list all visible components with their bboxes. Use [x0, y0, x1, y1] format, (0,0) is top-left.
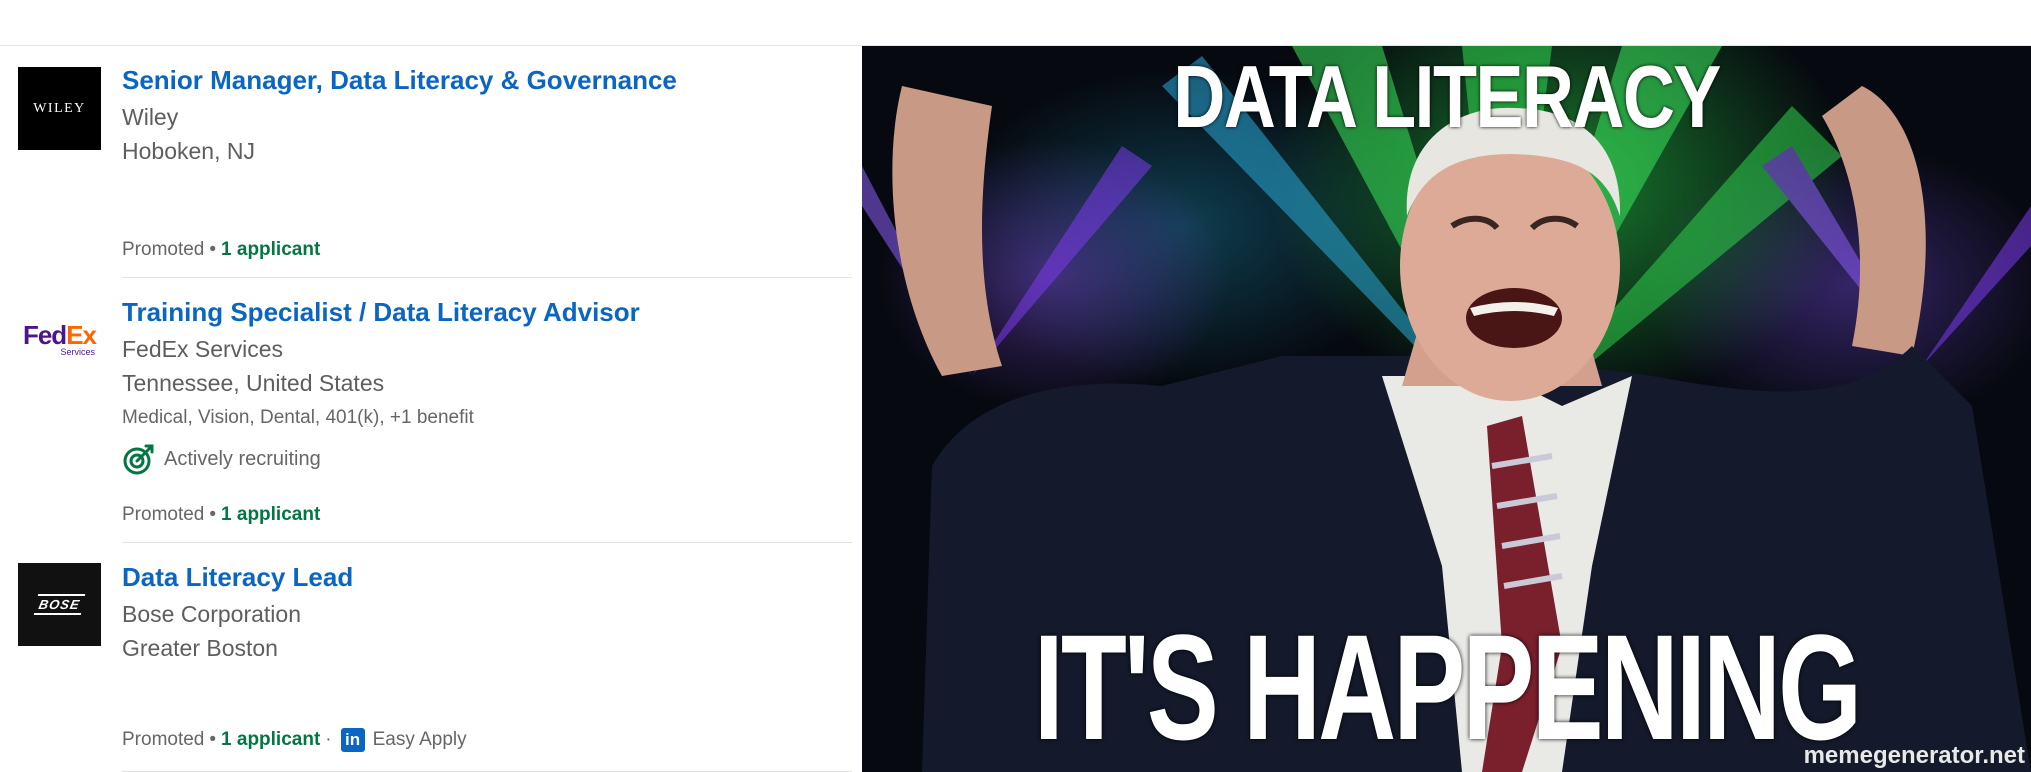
logo-wordmark: FedEx	[22, 319, 97, 350]
job-list: WILEY Senior Manager, Data Literacy & Go…	[0, 46, 862, 772]
job-location: Tennessee, United States	[122, 370, 385, 396]
meme-watermark: memegenerator.net	[1803, 742, 2025, 769]
separator: ·	[325, 729, 332, 750]
company-logo-wiley[interactable]: WILEY	[18, 67, 101, 150]
job-footer: Promoted • 1 applicant · in Easy Apply	[122, 728, 467, 752]
job-card-fedex[interactable]: FedEx Services Training Specialist / Dat…	[0, 278, 862, 543]
job-title-link[interactable]: Senior Manager, Data Literacy & Governan…	[122, 65, 677, 96]
meme-top-text: DATA LITERACY	[1173, 47, 1721, 146]
job-card-wiley[interactable]: WILEY Senior Manager, Data Literacy & Go…	[0, 46, 862, 278]
recruiting-status: Actively recruiting	[122, 442, 321, 476]
company-name: FedEx Services	[122, 336, 284, 362]
applicant-count: 1 applicant	[221, 239, 321, 260]
separator: •	[209, 239, 217, 260]
meme-image: DATA LITERACY IT'S HAPPENING memegenerat…	[862, 46, 2031, 772]
easy-apply-label[interactable]: Easy Apply	[373, 729, 467, 751]
company-name: Wiley	[122, 104, 179, 130]
job-footer: Promoted • 1 applicant	[122, 239, 320, 261]
job-footer: Promoted • 1 applicant	[122, 504, 320, 526]
logo-text: BOSE	[33, 594, 86, 615]
job-card-bose[interactable]: BOSE Data Literacy Lead Bose Corporation…	[0, 543, 862, 772]
promoted-label: Promoted	[122, 729, 205, 750]
promoted-label: Promoted	[122, 504, 205, 525]
company-logo-bose[interactable]: BOSE	[18, 563, 101, 646]
top-bar	[0, 0, 2031, 46]
company-logo-fedex[interactable]: FedEx Services	[18, 298, 101, 381]
job-benefits: Medical, Vision, Dental, 401(k), +1 bene…	[122, 407, 474, 428]
applicant-count: 1 applicant	[221, 729, 321, 750]
applicant-count: 1 applicant	[221, 504, 321, 525]
job-location: Greater Boston	[122, 635, 278, 661]
separator: •	[209, 504, 217, 525]
job-title-link[interactable]: Data Literacy Lead	[122, 562, 353, 593]
logo-text: WILEY	[33, 100, 86, 116]
target-icon	[123, 444, 154, 475]
job-title-link[interactable]: Training Specialist / Data Literacy Advi…	[122, 297, 640, 328]
separator: •	[209, 729, 217, 750]
company-name: Bose Corporation	[122, 601, 301, 627]
logo-subtext: Services	[60, 346, 95, 357]
recruiting-label: Actively recruiting	[164, 447, 321, 470]
job-location: Hoboken, NJ	[122, 138, 255, 164]
meme-bottom-text: IT'S HAPPENING	[1033, 603, 1862, 771]
promoted-label: Promoted	[122, 239, 205, 260]
linkedin-icon: in	[340, 728, 365, 752]
